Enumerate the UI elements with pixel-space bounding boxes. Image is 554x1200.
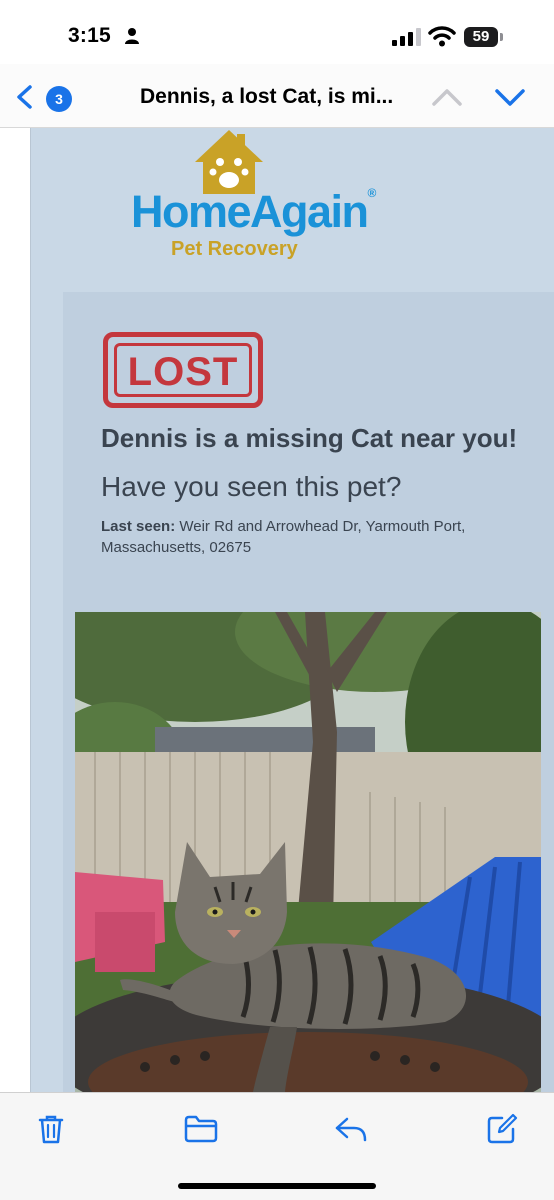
email-body[interactable]: HomeAgain® Pet Recovery LOST Dennis is a… <box>0 128 554 1092</box>
subheadline: Have you seen this pet? <box>101 471 402 502</box>
chevron-up-icon[interactable] <box>430 86 464 108</box>
registered-mark: ® <box>367 186 377 200</box>
homeagain-logo[interactable]: HomeAgain® Pet Recovery <box>131 128 431 268</box>
chevron-down-icon[interactable] <box>494 86 526 108</box>
folder-icon[interactable] <box>184 1115 218 1143</box>
person-icon <box>125 28 139 44</box>
email-subject-title: Dennis, a lost Cat, is mi... <box>140 85 394 108</box>
reply-icon[interactable] <box>334 1115 368 1143</box>
back-chevron-icon[interactable] <box>14 84 36 110</box>
battery-level: 59 <box>464 27 498 47</box>
last-seen-location: Last seen: Weir Rd and Arrowhead Dr, Yar… <box>101 516 521 558</box>
mail-nav-bar: 3 Dennis, a lost Cat, is mi... <box>0 64 554 128</box>
home-indicator <box>178 1183 376 1189</box>
lost-stamp-text: LOST <box>114 343 252 397</box>
logo-wordmark: HomeAgain® <box>131 186 431 238</box>
last-seen-label: Last seen: <box>101 518 176 535</box>
battery-cap <box>500 33 503 41</box>
headline: Dennis is a missing Cat near you! <box>101 423 518 453</box>
lost-pet-card: LOST Dennis is a missing Cat near you! H… <box>63 292 554 1092</box>
wifi-icon <box>428 26 456 47</box>
bottom-toolbar <box>0 1092 554 1200</box>
battery-indicator: 59 <box>464 27 504 47</box>
cellular-signal-icon <box>392 28 421 46</box>
email-content-frame: HomeAgain® Pet Recovery LOST Dennis is a… <box>30 128 554 1092</box>
gutter <box>0 128 30 1092</box>
logo-main-text: HomeAgain <box>131 186 369 237</box>
status-time: 3:15 <box>68 24 111 47</box>
trash-icon[interactable] <box>36 1113 66 1145</box>
lost-stamp: LOST <box>103 332 263 408</box>
logo-subtitle: Pet Recovery <box>171 238 298 260</box>
unread-count-badge[interactable]: 3 <box>46 86 72 112</box>
compose-icon[interactable] <box>486 1113 518 1145</box>
pet-photo[interactable] <box>75 612 541 1092</box>
status-bar: 3:15 59 <box>0 0 554 64</box>
